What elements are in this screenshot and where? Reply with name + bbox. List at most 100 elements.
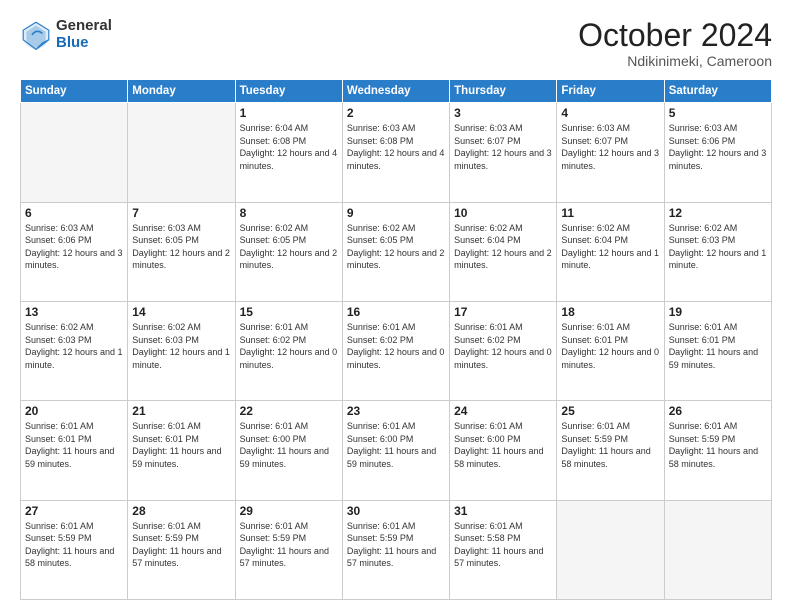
day-number: 23 — [347, 404, 445, 418]
day-info: Sunrise: 6:03 AMSunset: 6:06 PMDaylight:… — [25, 222, 123, 272]
day-info: Sunrise: 6:01 AMSunset: 6:01 PMDaylight:… — [25, 420, 123, 470]
day-info: Sunrise: 6:01 AMSunset: 6:00 PMDaylight:… — [240, 420, 338, 470]
day-cell: 1 Sunrise: 6:04 AMSunset: 6:08 PMDayligh… — [235, 103, 342, 202]
calendar-row: 20 Sunrise: 6:01 AMSunset: 6:01 PMDaylig… — [21, 401, 772, 500]
day-info: Sunrise: 6:03 AMSunset: 6:06 PMDaylight:… — [669, 122, 767, 172]
day-info: Sunrise: 6:02 AMSunset: 6:05 PMDaylight:… — [347, 222, 445, 272]
day-info: Sunrise: 6:02 AMSunset: 6:03 PMDaylight:… — [25, 321, 123, 371]
day-cell: 22 Sunrise: 6:01 AMSunset: 6:00 PMDaylig… — [235, 401, 342, 500]
day-info: Sunrise: 6:01 AMSunset: 6:02 PMDaylight:… — [454, 321, 552, 371]
day-info: Sunrise: 6:01 AMSunset: 5:59 PMDaylight:… — [25, 520, 123, 570]
day-number: 30 — [347, 504, 445, 518]
day-number: 3 — [454, 106, 552, 120]
empty-cell — [128, 103, 235, 202]
day-info: Sunrise: 6:02 AMSunset: 6:03 PMDaylight:… — [669, 222, 767, 272]
day-number: 1 — [240, 106, 338, 120]
day-number: 26 — [669, 404, 767, 418]
day-number: 16 — [347, 305, 445, 319]
day-number: 9 — [347, 206, 445, 220]
day-info: Sunrise: 6:01 AMSunset: 5:59 PMDaylight:… — [561, 420, 659, 470]
day-number: 27 — [25, 504, 123, 518]
day-number: 7 — [132, 206, 230, 220]
empty-cell — [21, 103, 128, 202]
day-number: 12 — [669, 206, 767, 220]
day-cell: 18 Sunrise: 6:01 AMSunset: 6:01 PMDaylig… — [557, 301, 664, 400]
day-cell: 10 Sunrise: 6:02 AMSunset: 6:04 PMDaylig… — [450, 202, 557, 301]
day-cell: 26 Sunrise: 6:01 AMSunset: 5:59 PMDaylig… — [664, 401, 771, 500]
day-number: 10 — [454, 206, 552, 220]
logo-icon — [20, 19, 52, 51]
logo-text: General Blue — [56, 18, 112, 51]
day-cell: 3 Sunrise: 6:03 AMSunset: 6:07 PMDayligh… — [450, 103, 557, 202]
day-info: Sunrise: 6:01 AMSunset: 6:00 PMDaylight:… — [454, 420, 552, 470]
day-cell: 9 Sunrise: 6:02 AMSunset: 6:05 PMDayligh… — [342, 202, 449, 301]
day-cell: 21 Sunrise: 6:01 AMSunset: 6:01 PMDaylig… — [128, 401, 235, 500]
day-cell: 6 Sunrise: 6:03 AMSunset: 6:06 PMDayligh… — [21, 202, 128, 301]
day-cell: 30 Sunrise: 6:01 AMSunset: 5:59 PMDaylig… — [342, 500, 449, 599]
day-number: 18 — [561, 305, 659, 319]
day-number: 11 — [561, 206, 659, 220]
logo: General Blue — [20, 18, 112, 51]
header: General Blue October 2024 Ndikinimeki, C… — [20, 18, 772, 69]
weekday-header-row: Sunday Monday Tuesday Wednesday Thursday… — [21, 80, 772, 103]
day-cell: 7 Sunrise: 6:03 AMSunset: 6:05 PMDayligh… — [128, 202, 235, 301]
day-cell: 5 Sunrise: 6:03 AMSunset: 6:06 PMDayligh… — [664, 103, 771, 202]
day-number: 13 — [25, 305, 123, 319]
header-saturday: Saturday — [664, 80, 771, 103]
day-info: Sunrise: 6:01 AMSunset: 6:01 PMDaylight:… — [561, 321, 659, 371]
day-cell: 17 Sunrise: 6:01 AMSunset: 6:02 PMDaylig… — [450, 301, 557, 400]
day-cell: 19 Sunrise: 6:01 AMSunset: 6:01 PMDaylig… — [664, 301, 771, 400]
day-cell: 8 Sunrise: 6:02 AMSunset: 6:05 PMDayligh… — [235, 202, 342, 301]
day-info: Sunrise: 6:01 AMSunset: 5:59 PMDaylight:… — [132, 520, 230, 570]
day-cell: 27 Sunrise: 6:01 AMSunset: 5:59 PMDaylig… — [21, 500, 128, 599]
day-number: 21 — [132, 404, 230, 418]
day-number: 17 — [454, 305, 552, 319]
day-number: 14 — [132, 305, 230, 319]
day-cell: 11 Sunrise: 6:02 AMSunset: 6:04 PMDaylig… — [557, 202, 664, 301]
day-cell: 13 Sunrise: 6:02 AMSunset: 6:03 PMDaylig… — [21, 301, 128, 400]
day-number: 2 — [347, 106, 445, 120]
calendar-row: 1 Sunrise: 6:04 AMSunset: 6:08 PMDayligh… — [21, 103, 772, 202]
day-number: 28 — [132, 504, 230, 518]
day-cell: 15 Sunrise: 6:01 AMSunset: 6:02 PMDaylig… — [235, 301, 342, 400]
day-number: 22 — [240, 404, 338, 418]
day-info: Sunrise: 6:02 AMSunset: 6:05 PMDaylight:… — [240, 222, 338, 272]
day-info: Sunrise: 6:01 AMSunset: 5:59 PMDaylight:… — [240, 520, 338, 570]
day-number: 29 — [240, 504, 338, 518]
day-cell: 24 Sunrise: 6:01 AMSunset: 6:00 PMDaylig… — [450, 401, 557, 500]
calendar-row: 6 Sunrise: 6:03 AMSunset: 6:06 PMDayligh… — [21, 202, 772, 301]
header-monday: Monday — [128, 80, 235, 103]
day-info: Sunrise: 6:01 AMSunset: 6:02 PMDaylight:… — [347, 321, 445, 371]
empty-cell — [557, 500, 664, 599]
day-info: Sunrise: 6:01 AMSunset: 6:01 PMDaylight:… — [669, 321, 767, 371]
day-number: 15 — [240, 305, 338, 319]
header-wednesday: Wednesday — [342, 80, 449, 103]
day-cell: 25 Sunrise: 6:01 AMSunset: 5:59 PMDaylig… — [557, 401, 664, 500]
day-number: 31 — [454, 504, 552, 518]
logo-general-text: General — [56, 18, 112, 35]
day-info: Sunrise: 6:03 AMSunset: 6:08 PMDaylight:… — [347, 122, 445, 172]
day-cell: 28 Sunrise: 6:01 AMSunset: 5:59 PMDaylig… — [128, 500, 235, 599]
day-cell: 29 Sunrise: 6:01 AMSunset: 5:59 PMDaylig… — [235, 500, 342, 599]
day-number: 25 — [561, 404, 659, 418]
day-info: Sunrise: 6:02 AMSunset: 6:04 PMDaylight:… — [561, 222, 659, 272]
header-thursday: Thursday — [450, 80, 557, 103]
day-info: Sunrise: 6:02 AMSunset: 6:03 PMDaylight:… — [132, 321, 230, 371]
empty-cell — [664, 500, 771, 599]
day-info: Sunrise: 6:03 AMSunset: 6:07 PMDaylight:… — [454, 122, 552, 172]
day-number: 8 — [240, 206, 338, 220]
day-info: Sunrise: 6:03 AMSunset: 6:05 PMDaylight:… — [132, 222, 230, 272]
day-cell: 16 Sunrise: 6:01 AMSunset: 6:02 PMDaylig… — [342, 301, 449, 400]
day-info: Sunrise: 6:04 AMSunset: 6:08 PMDaylight:… — [240, 122, 338, 172]
day-number: 4 — [561, 106, 659, 120]
page: General Blue October 2024 Ndikinimeki, C… — [0, 0, 792, 612]
day-info: Sunrise: 6:03 AMSunset: 6:07 PMDaylight:… — [561, 122, 659, 172]
day-number: 24 — [454, 404, 552, 418]
day-info: Sunrise: 6:01 AMSunset: 5:58 PMDaylight:… — [454, 520, 552, 570]
day-cell: 31 Sunrise: 6:01 AMSunset: 5:58 PMDaylig… — [450, 500, 557, 599]
day-number: 19 — [669, 305, 767, 319]
day-number: 5 — [669, 106, 767, 120]
header-sunday: Sunday — [21, 80, 128, 103]
calendar-row: 27 Sunrise: 6:01 AMSunset: 5:59 PMDaylig… — [21, 500, 772, 599]
day-cell: 14 Sunrise: 6:02 AMSunset: 6:03 PMDaylig… — [128, 301, 235, 400]
